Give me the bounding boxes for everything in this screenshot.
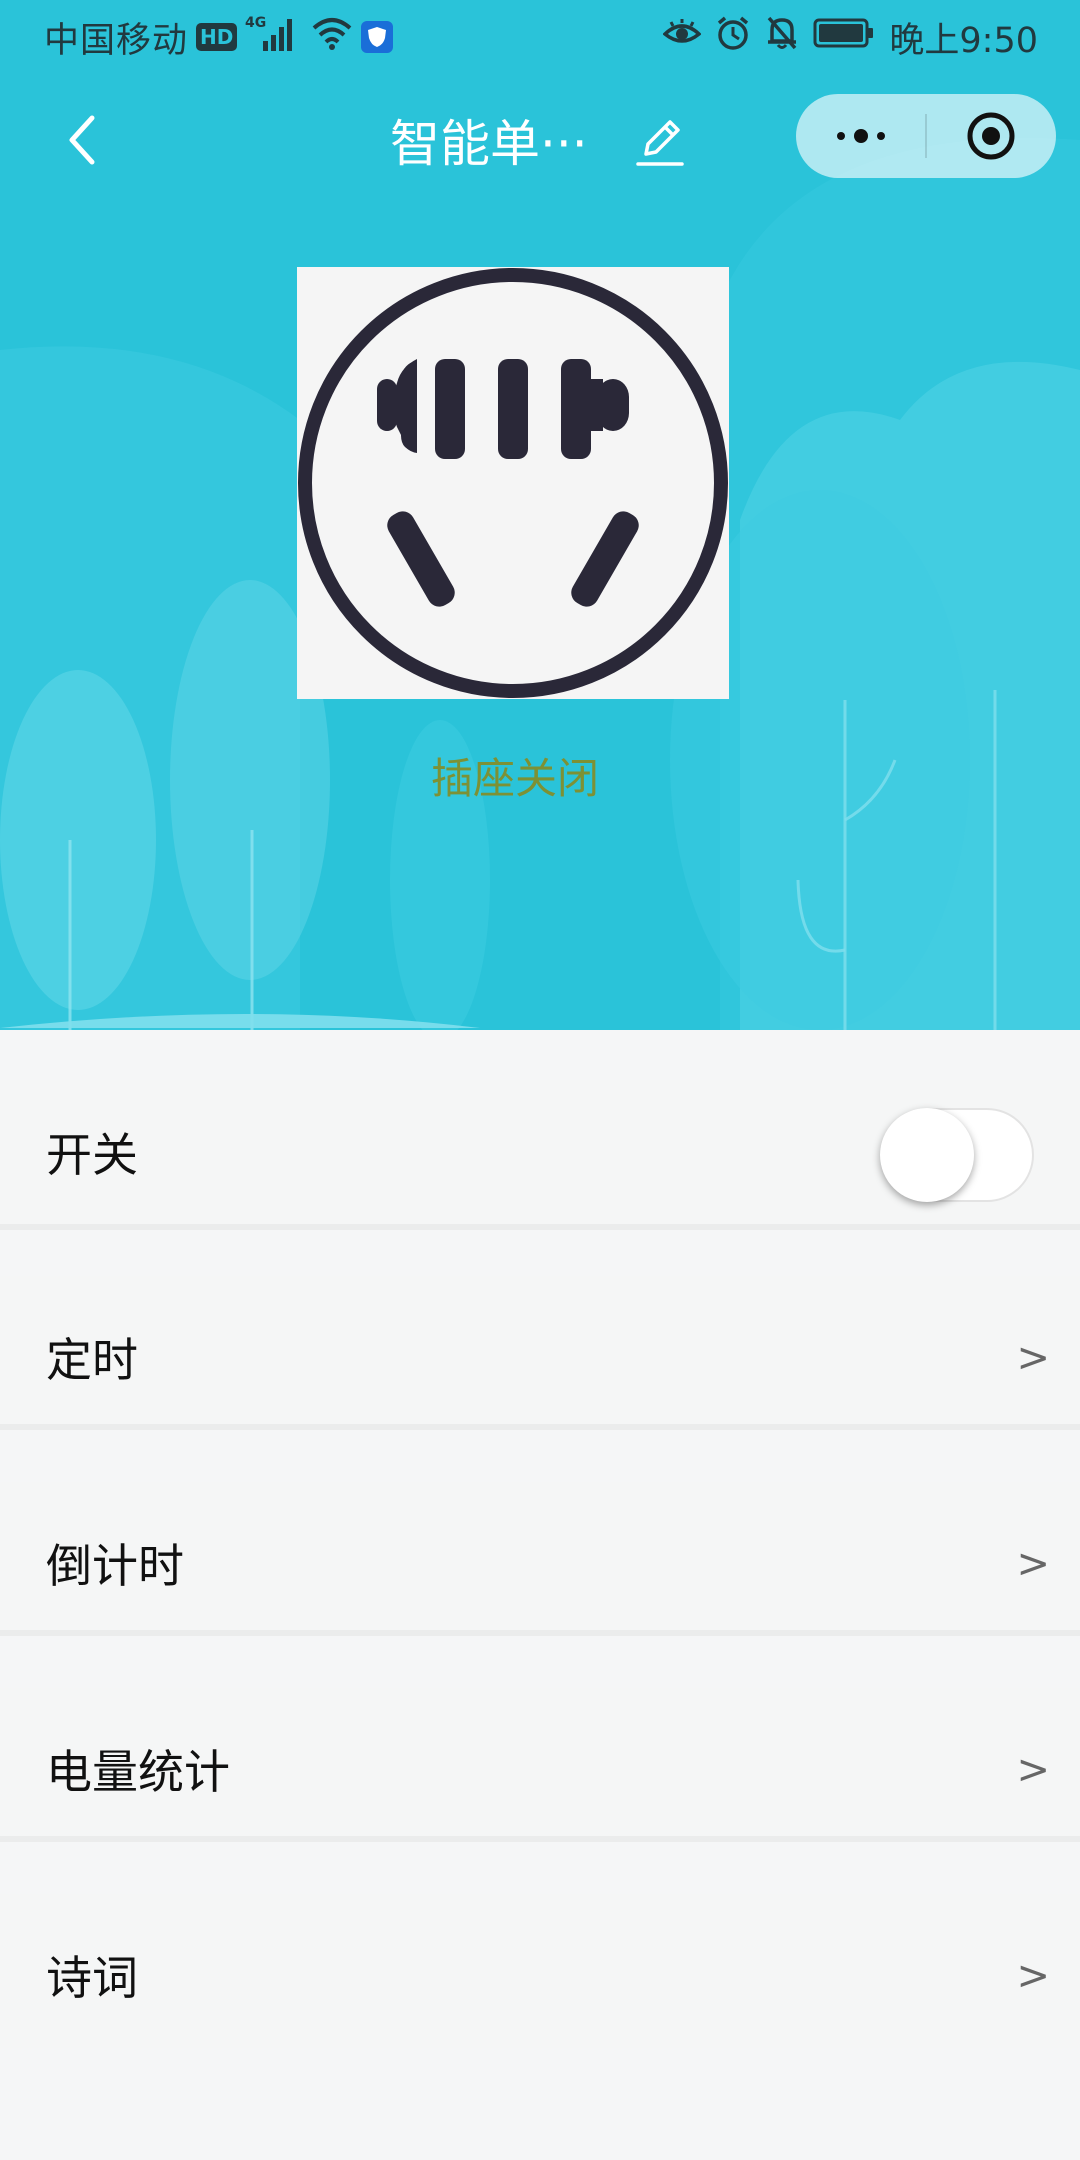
status-time: 晚上9:50 (889, 20, 1038, 61)
bell-muted-icon (765, 15, 799, 60)
signal-icon: 4G (245, 13, 303, 62)
chevron-right-icon: > (1016, 1953, 1050, 1999)
header-hero: 中国移动 HD 4G 晚上9:50 智能单··· 插座关闭 (0, 0, 1080, 1030)
page-title: 智能单··· (390, 115, 588, 173)
list-item-label: 定时 (46, 1333, 138, 1387)
device-status-text: 插座关闭 (430, 754, 599, 803)
status-left: 中国移动 HD 4G (44, 13, 394, 62)
shield-icon (361, 21, 394, 53)
mini-program-capsule (796, 94, 1056, 178)
hd-icon: HD (196, 23, 238, 51)
target-close-icon (967, 112, 1015, 160)
chevron-right-icon: > (1016, 1541, 1050, 1587)
edit-name-button[interactable] (630, 112, 690, 172)
eye-icon (662, 17, 703, 57)
list-item-label: 倒计时 (46, 1539, 184, 1593)
carrier-name: 中国移动 (44, 20, 189, 61)
list-item-countdown[interactable]: 倒计时 > (0, 1482, 1080, 1636)
status-bar: 中国移动 HD 4G 晚上9:50 (0, 0, 1080, 74)
list-item-label: 电量统计 (46, 1745, 230, 1799)
list-item-power-stats[interactable]: 电量统计 > (0, 1688, 1080, 1842)
list-item-switch: 开关 (0, 1080, 1080, 1230)
chevron-right-icon: > (1016, 1335, 1050, 1381)
back-button[interactable] (50, 108, 114, 172)
power-socket-icon (297, 267, 729, 699)
list-item-poetry[interactable]: 诗词 > (0, 1894, 1080, 2048)
wifi-icon (311, 16, 353, 59)
status-right: 晚上9:50 (662, 14, 1038, 61)
power-toggle[interactable] (880, 1108, 1034, 1202)
chevron-right-icon: > (1016, 1747, 1050, 1793)
list-item-label: 诗词 (46, 1951, 138, 2005)
more-dots-icon (837, 129, 885, 143)
chevron-left-icon (69, 115, 95, 165)
pencil-icon (636, 120, 684, 166)
toggle-knob (880, 1108, 974, 1202)
svg-text:4G: 4G (245, 15, 266, 31)
close-mini-program-button[interactable] (926, 94, 1056, 178)
battery-icon (813, 17, 875, 57)
alarm-icon (715, 15, 751, 60)
more-button[interactable] (796, 94, 926, 178)
list-item-timer[interactable]: 定时 > (0, 1276, 1080, 1430)
switch-label: 开关 (46, 1128, 138, 1182)
